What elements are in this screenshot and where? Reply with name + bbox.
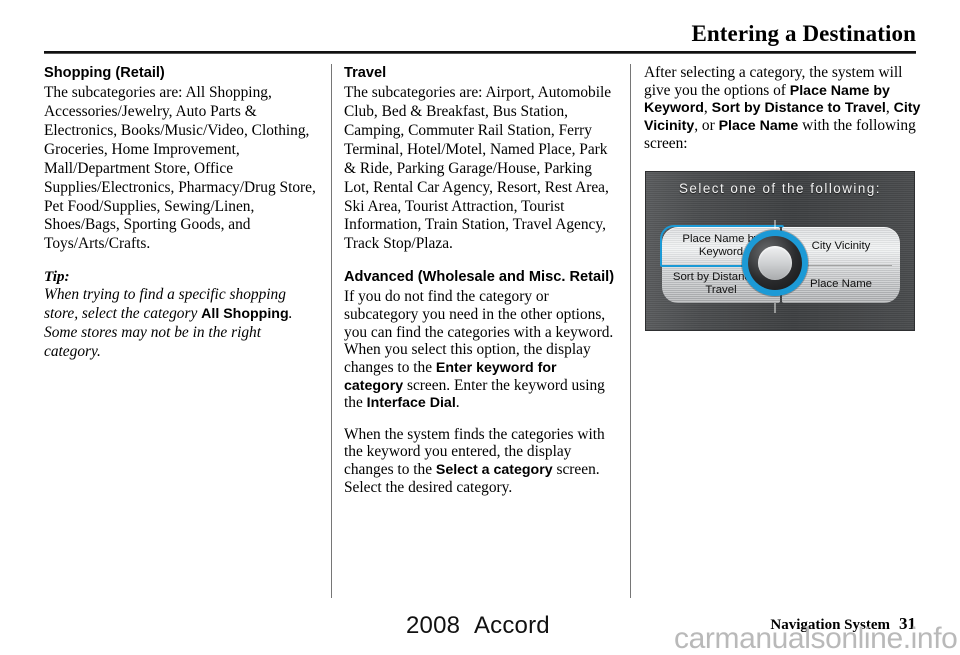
footer-model-name: Accord [473, 612, 550, 639]
navigation-screen-figure: Select one of the following: Place Name … [645, 171, 915, 331]
column-one: Shopping (Retail) The subcategories are:… [44, 64, 316, 600]
advanced-ui-interface-dial: Interface Dial [366, 395, 456, 412]
interface-dial-icon[interactable] [742, 230, 808, 296]
nav-tick-bottom-icon [774, 303, 776, 313]
column-divider-1 [331, 64, 332, 598]
advanced-text-3: . [455, 394, 460, 412]
footer-model-year: 2008 [406, 612, 461, 639]
shopping-body: The subcategories are: All Shopping, Acc… [44, 84, 316, 253]
nav-tick-top-icon [774, 220, 776, 230]
page-header: Entering a Destination [44, 21, 916, 55]
intro-sep-1: , [703, 99, 712, 117]
intro-sep-3: , or [694, 116, 719, 134]
shopping-heading: Shopping (Retail) [44, 65, 165, 81]
intro-ui-place-name: Place Name [718, 117, 799, 134]
manual-page: Entering a Destination Shopping (Retail)… [0, 0, 960, 655]
advanced-body: If you do not find the category or subca… [344, 288, 616, 411]
dial-knob [758, 246, 792, 280]
dial-bezel [748, 236, 802, 290]
column-three: After selecting a category, the system w… [644, 64, 922, 600]
header-rule [44, 51, 916, 55]
column-container: Shopping (Retail) The subcategories are:… [44, 64, 920, 600]
watermark: carmanualsonline.info [674, 622, 958, 655]
column-divider-2 [630, 64, 631, 598]
tip-body: When trying to find a specific shopping … [44, 286, 316, 361]
found-body: When the system finds the categories wit… [344, 426, 616, 497]
column-two: Travel The subcategories are: Airport, A… [344, 64, 616, 600]
intro-sep-2: , [885, 99, 894, 117]
tip-label: Tip: [44, 268, 70, 286]
intro-ui-sort-by-distance: Sort by Distance to Travel [711, 100, 886, 117]
tip-ui-all-shopping: All Shopping [201, 306, 289, 323]
travel-body: The subcategories are: Airport, Automobi… [344, 84, 612, 253]
intro-body: After selecting a category, the system w… [644, 64, 922, 152]
advanced-heading: Advanced (Wholesale and Misc. Retail) [344, 269, 615, 286]
page-title: Entering a Destination [691, 21, 916, 46]
footer-model: 2008 Accord [406, 612, 550, 640]
travel-heading: Travel [344, 65, 387, 81]
found-ui-select-category: Select a category [435, 462, 553, 479]
nav-screen-title: Select one of the following: [678, 181, 882, 196]
